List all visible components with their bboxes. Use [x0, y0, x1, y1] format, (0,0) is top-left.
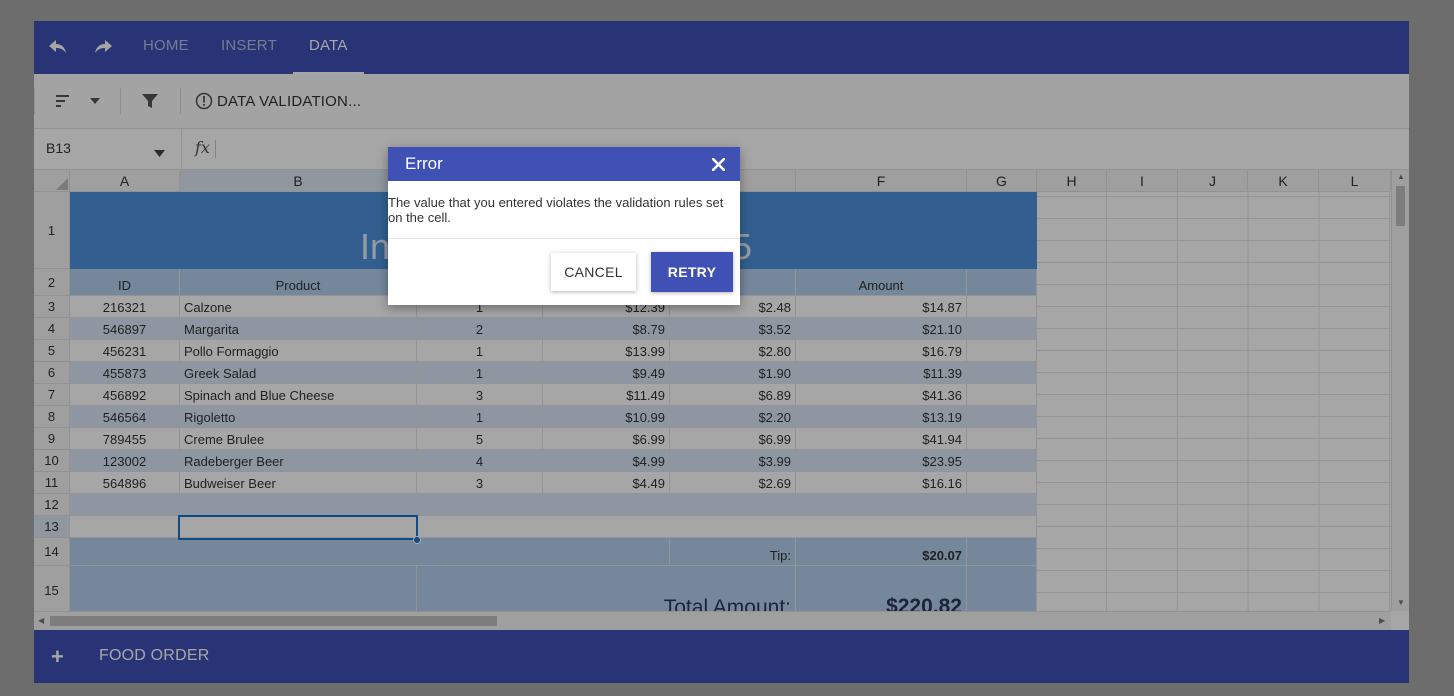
error-dialog: Error The value that you entered violate…: [388, 147, 740, 305]
modal-overlay: [0, 0, 1454, 696]
dialog-header: Error: [388, 147, 740, 181]
dialog-message: The value that you entered violates the …: [388, 195, 740, 225]
retry-button[interactable]: RETRY: [651, 252, 733, 292]
close-icon[interactable]: [708, 155, 728, 173]
dialog-divider: [388, 238, 740, 239]
dialog-message-line: The value that you entered violates the …: [388, 195, 724, 210]
dialog-message-line: on the cell.: [388, 210, 451, 225]
dialog-title: Error: [405, 154, 443, 173]
cancel-button[interactable]: CANCEL: [551, 253, 636, 291]
